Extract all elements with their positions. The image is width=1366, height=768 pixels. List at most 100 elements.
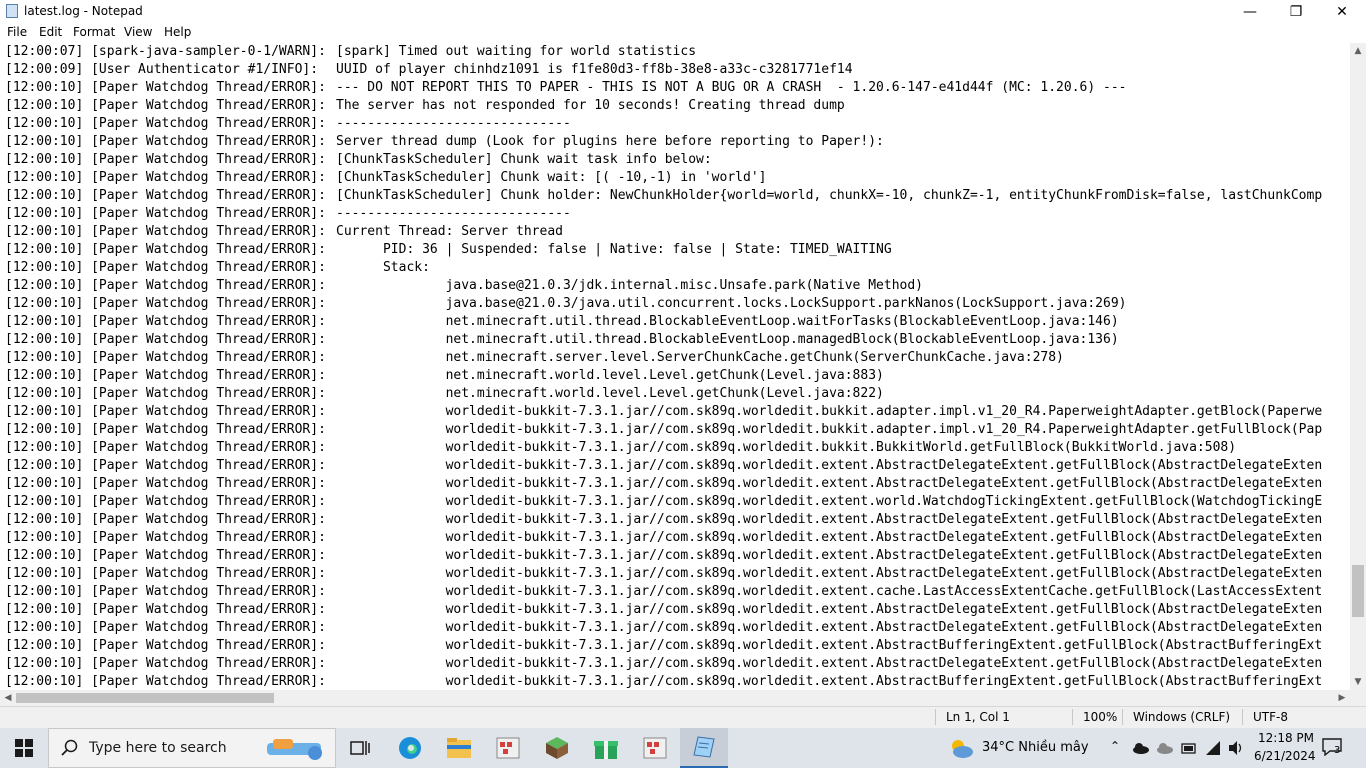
status-divider bbox=[1072, 709, 1073, 725]
log-line: [12:00:10] [Paper Watchdog Thread/ERROR]… bbox=[5, 565, 1322, 583]
log-line-message: net.minecraft.util.thread.BlockableEvent… bbox=[336, 332, 1119, 347]
volume-icon[interactable] bbox=[1228, 740, 1244, 756]
notepad-icon bbox=[693, 736, 715, 758]
notification-count: 3 bbox=[1334, 745, 1341, 756]
menu-view[interactable]: View bbox=[124, 25, 152, 39]
battery-icon[interactable] bbox=[1181, 741, 1197, 755]
gift-app-button[interactable] bbox=[582, 728, 630, 768]
menu-edit[interactable]: Edit bbox=[39, 25, 62, 39]
log-line: [12:00:10] [Paper Watchdog Thread/ERROR]… bbox=[5, 277, 1322, 295]
log-line-message: worldedit-bukkit-7.3.1.jar//com.sk89q.wo… bbox=[336, 656, 1323, 671]
log-line: [12:00:10] [Paper Watchdog Thread/ERROR]… bbox=[5, 601, 1322, 619]
notepad-icon bbox=[6, 4, 18, 18]
chevron-up-icon[interactable]: ⌃ bbox=[1110, 739, 1120, 753]
log-line: [12:00:10] [Paper Watchdog Thread/ERROR]… bbox=[5, 259, 1322, 277]
gift-app-icon bbox=[594, 741, 618, 759]
log-line: [12:00:10] [Paper Watchdog Thread/ERROR]… bbox=[5, 187, 1322, 205]
horizontal-scrollbar[interactable]: ◀ ▶ bbox=[0, 690, 1350, 706]
horizontal-scroll-thumb[interactable] bbox=[16, 693, 274, 703]
scroll-right-icon[interactable]: ▶ bbox=[1334, 690, 1350, 706]
log-line: [12:00:10] [Paper Watchdog Thread/ERROR]… bbox=[5, 313, 1322, 331]
log-line: [12:00:10] [Paper Watchdog Thread/ERROR]… bbox=[5, 619, 1322, 637]
menu-file[interactable]: File bbox=[7, 25, 27, 39]
log-line-prefix: [12:00:10] [Paper Watchdog Thread/ERROR]… bbox=[5, 80, 334, 95]
vertical-scroll-thumb[interactable] bbox=[1352, 565, 1364, 617]
log-line-message: worldedit-bukkit-7.3.1.jar//com.sk89q.wo… bbox=[336, 602, 1323, 617]
log-line: [12:00:10] [Paper Watchdog Thread/ERROR]… bbox=[5, 403, 1322, 421]
log-line: [12:00:10] [Paper Watchdog Thread/ERROR]… bbox=[5, 385, 1322, 403]
cloud-icon[interactable] bbox=[1156, 742, 1174, 754]
minecraft-button[interactable] bbox=[533, 728, 581, 768]
log-line-prefix: [12:00:10] [Paper Watchdog Thread/ERROR]… bbox=[5, 350, 334, 365]
clock-time[interactable]: 12:18 PM bbox=[1258, 731, 1314, 745]
edge-icon bbox=[399, 737, 421, 759]
notification-center-button[interactable]: 3 bbox=[1322, 738, 1344, 758]
log-line-message: worldedit-bukkit-7.3.1.jar//com.sk89q.wo… bbox=[336, 512, 1323, 527]
log-line-prefix: [12:00:10] [Paper Watchdog Thread/ERROR]… bbox=[5, 566, 334, 581]
log-line-prefix: [12:00:10] [Paper Watchdog Thread/ERROR]… bbox=[5, 638, 334, 653]
log-line-prefix: [12:00:10] [Paper Watchdog Thread/ERROR]… bbox=[5, 278, 334, 293]
log-line: [12:00:10] [Paper Watchdog Thread/ERROR]… bbox=[5, 637, 1322, 655]
log-line-prefix: [12:00:10] [Paper Watchdog Thread/ERROR]… bbox=[5, 674, 334, 689]
taskbar-search[interactable]: Type here to search bbox=[48, 728, 336, 768]
edge-button[interactable] bbox=[386, 728, 434, 768]
scroll-down-icon[interactable]: ▼ bbox=[1350, 674, 1366, 690]
log-line-prefix: [12:00:10] [Paper Watchdog Thread/ERROR]… bbox=[5, 242, 334, 257]
log-line-message: The server has not responded for 10 seco… bbox=[336, 98, 845, 113]
menu-format[interactable]: Format bbox=[73, 25, 115, 39]
log-line-message: PID: 36 | Suspended: false | Native: fal… bbox=[336, 242, 892, 257]
clock-date[interactable]: 6/21/2024 bbox=[1254, 749, 1316, 763]
taskbar: Type here to search 34°C Nhiều mây ⌃ 12:… bbox=[0, 728, 1366, 768]
close-button[interactable]: ✕ bbox=[1319, 0, 1365, 23]
log-line: [12:00:09] [User Authenticator #1/INFO]:… bbox=[5, 61, 1322, 79]
log-line-message: net.minecraft.world.level.Level.getChunk… bbox=[336, 368, 884, 383]
weather-icon[interactable] bbox=[947, 736, 975, 760]
menu-help[interactable]: Help bbox=[164, 25, 191, 39]
weather-text[interactable]: 34°C Nhiều mây bbox=[982, 740, 1089, 755]
scroll-up-icon[interactable]: ▲ bbox=[1350, 43, 1366, 59]
log-line-message: worldedit-bukkit-7.3.1.jar//com.sk89q.wo… bbox=[336, 620, 1323, 635]
log-line: [12:00:10] [Paper Watchdog Thread/ERROR]… bbox=[5, 457, 1322, 475]
log-line-prefix: [12:00:10] [Paper Watchdog Thread/ERROR]… bbox=[5, 422, 334, 437]
log-line-message: worldedit-bukkit-7.3.1.jar//com.sk89q.wo… bbox=[336, 476, 1323, 491]
log-line-message: [ChunkTaskScheduler] Chunk wait: [( -10,… bbox=[336, 170, 767, 185]
scroll-left-icon[interactable]: ◀ bbox=[0, 690, 16, 706]
onedrive-icon[interactable] bbox=[1132, 742, 1150, 754]
log-line-message: worldedit-bukkit-7.3.1.jar//com.sk89q.wo… bbox=[336, 548, 1323, 563]
log-line: [12:00:10] [Paper Watchdog Thread/ERROR]… bbox=[5, 133, 1322, 151]
file-explorer-button[interactable] bbox=[435, 728, 483, 768]
log-line: [12:00:10] [Paper Watchdog Thread/ERROR]… bbox=[5, 421, 1322, 439]
log-line-prefix: [12:00:10] [Paper Watchdog Thread/ERROR]… bbox=[5, 656, 334, 671]
log-line-prefix: [12:00:10] [Paper Watchdog Thread/ERROR]… bbox=[5, 296, 334, 311]
log-line: [12:00:10] [Paper Watchdog Thread/ERROR]… bbox=[5, 349, 1322, 367]
maximize-button[interactable]: ❐ bbox=[1273, 0, 1319, 23]
log-line: [12:00:10] [Paper Watchdog Thread/ERROR]… bbox=[5, 169, 1322, 187]
log-line: [12:00:10] [Paper Watchdog Thread/ERROR]… bbox=[5, 583, 1322, 601]
app-1-button[interactable] bbox=[484, 728, 532, 768]
log-line: [12:00:10] [Paper Watchdog Thread/ERROR]… bbox=[5, 673, 1322, 690]
log-line-message: [ChunkTaskScheduler] Chunk wait task inf… bbox=[336, 152, 712, 167]
log-line-prefix: [12:00:10] [Paper Watchdog Thread/ERROR]… bbox=[5, 116, 334, 131]
log-line-message: UUID of player chinhdz1091 is f1fe80d3-f… bbox=[336, 62, 853, 77]
vertical-scrollbar[interactable]: ▲ ▼ bbox=[1350, 43, 1366, 690]
log-line-prefix: [12:00:10] [Paper Watchdog Thread/ERROR]… bbox=[5, 152, 334, 167]
task-view-button[interactable] bbox=[336, 728, 384, 768]
log-line: [12:00:10] [Paper Watchdog Thread/ERROR]… bbox=[5, 223, 1322, 241]
title-bar: latest.log - Notepad — ❐ ✕ bbox=[0, 0, 1366, 23]
log-line-prefix: [12:00:10] [Paper Watchdog Thread/ERROR]… bbox=[5, 332, 334, 347]
log-line-prefix: [12:00:10] [Paper Watchdog Thread/ERROR]… bbox=[5, 584, 334, 599]
log-line: [12:00:10] [Paper Watchdog Thread/ERROR]… bbox=[5, 241, 1322, 259]
log-line-prefix: [12:00:10] [Paper Watchdog Thread/ERROR]… bbox=[5, 602, 334, 617]
log-line: [12:00:10] [Paper Watchdog Thread/ERROR]… bbox=[5, 115, 1322, 133]
app-2-button[interactable] bbox=[631, 728, 679, 768]
log-line-prefix: [12:00:10] [Paper Watchdog Thread/ERROR]… bbox=[5, 530, 334, 545]
app-icon-2 bbox=[643, 737, 667, 759]
wifi-icon[interactable] bbox=[1205, 740, 1221, 756]
minimize-button[interactable]: — bbox=[1227, 0, 1273, 23]
notepad-taskbar-button[interactable] bbox=[680, 728, 728, 768]
log-line-prefix: [12:00:10] [Paper Watchdog Thread/ERROR]… bbox=[5, 512, 334, 527]
windows-logo-icon bbox=[15, 739, 33, 757]
log-line-message: worldedit-bukkit-7.3.1.jar//com.sk89q.wo… bbox=[336, 674, 1323, 689]
start-button[interactable] bbox=[0, 728, 48, 768]
text-editor[interactable]: [12:00:07] [spark-java-sampler-0-1/WARN]… bbox=[0, 43, 1350, 690]
